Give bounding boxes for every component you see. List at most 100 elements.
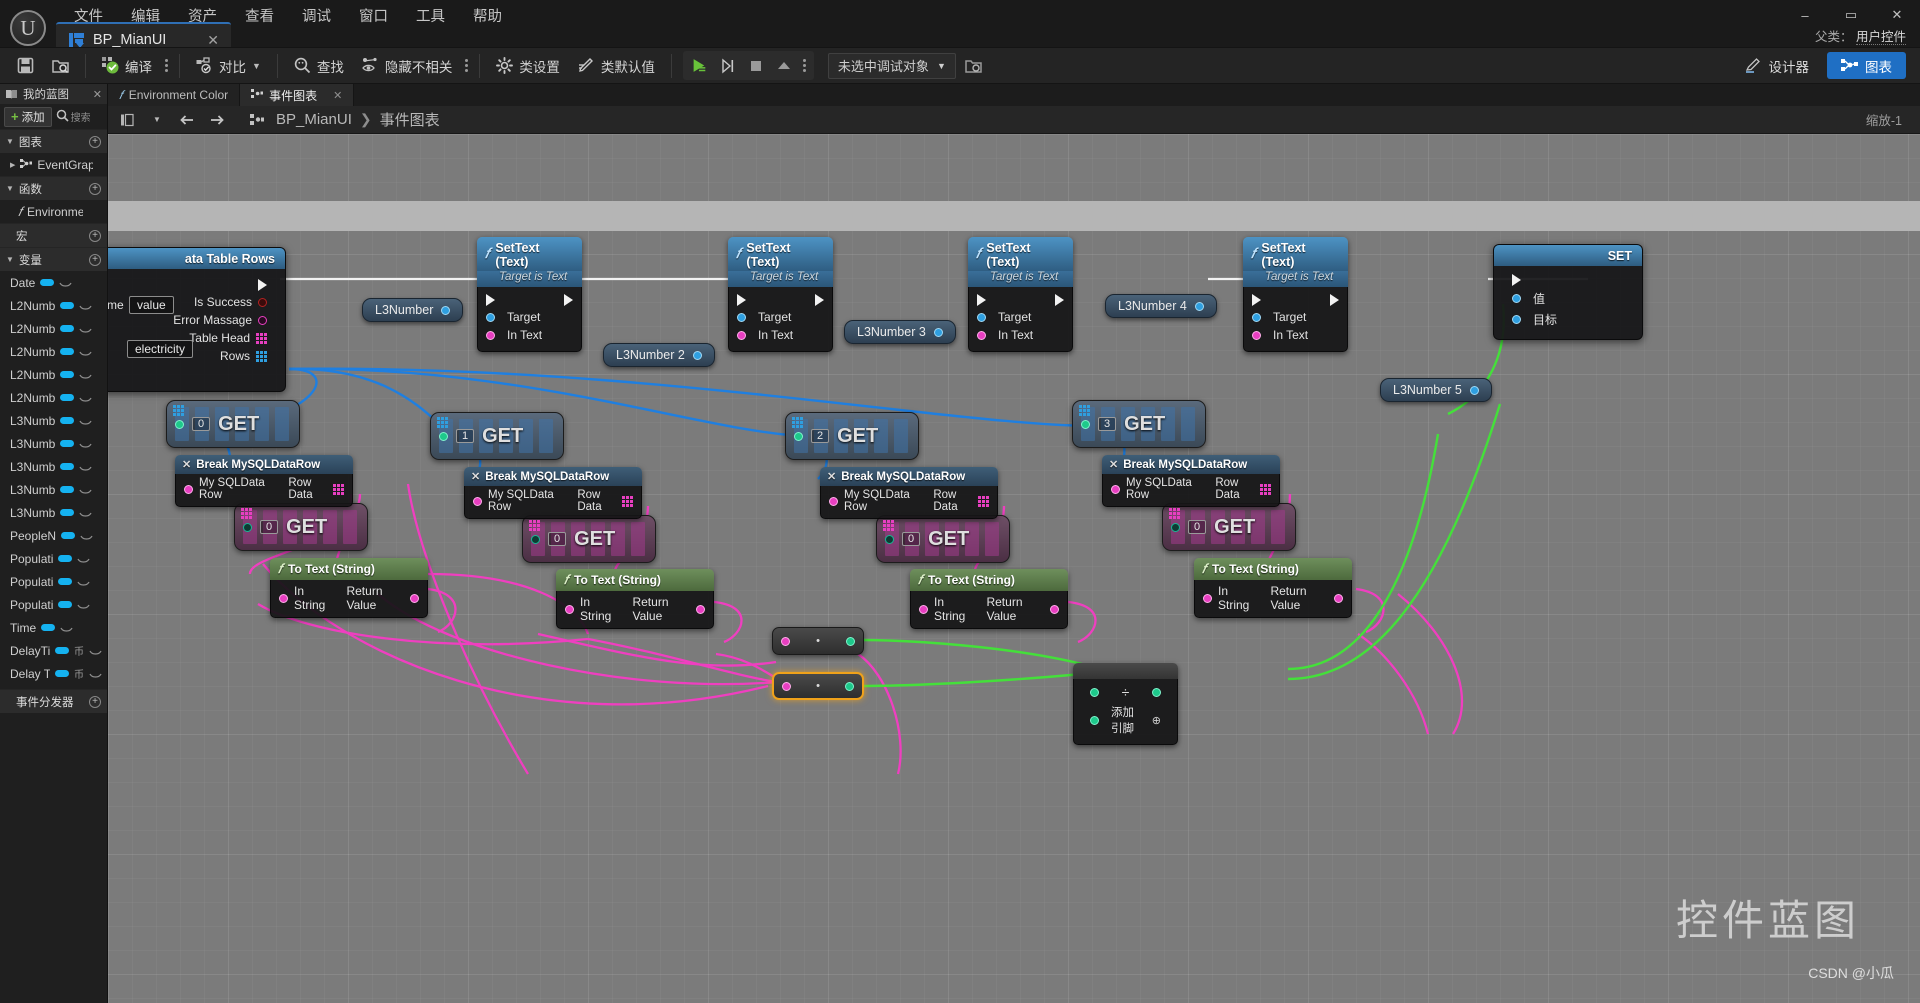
node-to-text-string[interactable]: 𝑓 To Text (String) In String Return Value [270,558,428,618]
node-variable-get[interactable]: L3Number 4 [1105,294,1217,318]
node-operator[interactable]: • [772,672,864,700]
save-button[interactable] [8,51,43,81]
play-options-icon[interactable] [799,57,810,74]
breadcrumb-root[interactable]: BP_MianUI [276,111,352,128]
node-operator[interactable]: • [772,627,864,655]
section-functions[interactable]: ▼ 函数 + [0,176,107,200]
node-array-get[interactable]: 0 GET [876,515,1010,563]
result-out-pin[interactable] [845,636,855,646]
array-in-pin[interactable] [437,417,448,428]
exec-out-pin[interactable] [564,294,573,306]
menu-item-view[interactable]: 查看 [231,1,288,30]
chevron-down-icon[interactable]: ▼ [146,110,168,130]
graph-list-button[interactable] [116,110,138,130]
row-name-value[interactable]: value [129,296,174,314]
target-pin[interactable] [977,312,986,322]
array-in-pin[interactable] [1079,405,1090,416]
error-massage-pin[interactable] [258,315,267,325]
index-input-pin[interactable] [885,534,894,544]
find-button[interactable]: 查找 [285,51,353,81]
mysqldatarow-in-pin[interactable] [829,496,838,506]
section-event-dispatchers[interactable]: 事件分发器 + [0,689,107,713]
add-macro-icon[interactable]: + [89,229,101,242]
array-index-value[interactable]: 0 [192,417,211,431]
sidebar-item-variable[interactable]: Populati [0,570,107,593]
stop-button[interactable] [743,53,769,78]
array-index-value[interactable]: 0 [1188,520,1207,534]
tab-environment-color[interactable]: 𝑓 Environment Color [108,84,241,106]
node-array-get[interactable]: 0 GET [166,400,300,448]
array-index-value[interactable]: 3 [1098,417,1117,431]
exec-in-pin[interactable] [486,294,495,306]
array-in-pin[interactable] [883,520,894,531]
array-in-pin[interactable] [529,520,540,531]
sidebar-item-variable[interactable]: Date [0,271,107,294]
add-function-icon[interactable]: + [89,182,101,195]
node-break-mysqldatarow[interactable]: ✕ Break MySQLDataRow My SQLData Row Row Dat… [464,467,642,519]
eye-icon[interactable] [77,577,90,587]
index-input-pin[interactable] [1081,419,1090,429]
sidebar-item-variable[interactable]: L2Numb [0,317,107,340]
value-pin[interactable] [1512,294,1521,303]
play-button[interactable] [687,53,713,78]
class-settings-button[interactable]: 类设置 [487,51,569,81]
node-array-get[interactable]: 0 GET [234,503,368,551]
menu-item-debug[interactable]: 调试 [288,1,345,30]
sidebar-item-variable[interactable]: L2Numb [0,340,107,363]
sidebar-item-variable[interactable]: L2Numb [0,294,107,317]
array-index-value[interactable]: 2 [811,429,830,443]
exec-out-pin[interactable] [1330,294,1339,306]
exec-out-pin[interactable] [1055,294,1064,306]
output-pin[interactable] [692,350,702,360]
rowdata-out-pin[interactable] [1260,483,1271,495]
node-break-mysqldatarow[interactable]: ✕ Break MySQLDataRow My SQLData Row Row Dat… [820,467,998,519]
array-in-pin[interactable] [792,417,803,428]
node-array-get[interactable]: 3 GET [1072,400,1206,448]
returnvalue-pin[interactable] [696,604,705,614]
node-break-mysqldatarow[interactable]: ✕ Break MySQLDataRow My SQLData Row Row Dat… [175,455,353,507]
output-pin[interactable] [1469,385,1479,395]
eye-icon[interactable] [80,531,93,541]
instring-pin[interactable] [279,593,288,603]
eye-icon[interactable] [79,301,92,311]
back-button[interactable] [176,110,198,130]
eye-icon[interactable] [79,439,92,449]
index-input-pin[interactable] [439,431,448,441]
rows-pin[interactable] [256,350,267,362]
node-variable-get[interactable]: L3Number 3 [844,320,956,344]
eye-icon[interactable] [79,416,92,426]
add-dispatcher-icon[interactable]: + [89,695,101,708]
sidebar-item-variable[interactable]: L3Numb [0,455,107,478]
intext-pin[interactable] [737,330,746,340]
section-macros[interactable]: 宏 + [0,223,107,247]
chevron-right-icon[interactable]: ▶ [10,161,15,169]
rowdata-out-pin[interactable] [333,483,344,495]
output-pin[interactable] [441,305,451,315]
eye-icon[interactable] [79,393,92,403]
close-icon[interactable]: ✕ [189,32,219,49]
breadcrumb-leaf[interactable]: 事件图表 [380,109,440,130]
array-index-value[interactable]: 1 [456,429,475,443]
instring-pin[interactable] [565,604,574,614]
lock-icon[interactable]: 币 [74,643,84,658]
sidebar-item-variable[interactable]: L2Numb [0,386,107,409]
eject-button[interactable] [771,53,797,78]
exec-in-pin[interactable] [737,294,746,306]
sidebar-item-variable[interactable]: DelayTi 币 [0,639,107,662]
instring-pin[interactable] [919,604,928,614]
target-pin[interactable] [737,312,746,322]
eye-icon[interactable] [89,669,102,679]
eye-icon[interactable] [60,623,73,633]
node-divide[interactable]: ÷ 添加引脚 ⊕ [1073,663,1178,745]
output-pin[interactable] [933,327,943,337]
node-variable-get[interactable]: L3Number [362,298,464,322]
node-array-get[interactable]: 1 GET [430,412,564,460]
array-index-value[interactable]: 0 [260,520,279,534]
forward-button[interactable] [206,110,228,130]
node-settext[interactable]: 𝑓 SetText (Text) Target is Text Target In Te… [1243,237,1348,352]
eye-icon[interactable] [79,347,92,357]
node-array-get[interactable]: 0 GET [1162,503,1296,551]
intext-pin[interactable] [977,330,986,340]
add-pin-icon[interactable]: ⊕ [1152,714,1161,727]
node-variable-get[interactable]: L3Number 2 [603,343,715,367]
